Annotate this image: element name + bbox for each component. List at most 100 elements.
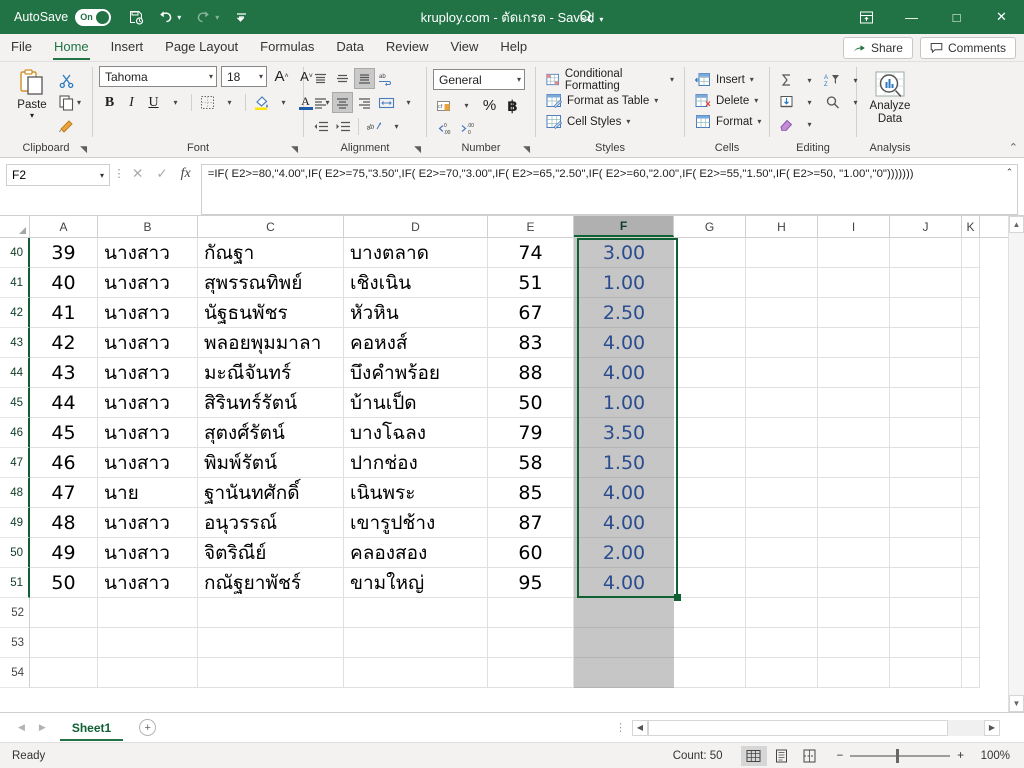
cell-b51[interactable]: นางสาว — [98, 568, 198, 598]
cell-g53[interactable] — [674, 628, 746, 658]
cell-b47[interactable]: นางสาว — [98, 448, 198, 478]
row-header[interactable]: 45 — [0, 388, 30, 418]
autosum-icon[interactable] — [776, 70, 797, 91]
cell-e54[interactable] — [488, 658, 574, 688]
cell-a48[interactable]: 47 — [30, 478, 98, 508]
accounting-format-icon[interactable]: cf — [433, 95, 454, 116]
cell-j43[interactable] — [890, 328, 962, 358]
cell-e46[interactable]: 79 — [488, 418, 574, 448]
cell-g48[interactable] — [674, 478, 746, 508]
cell-c42[interactable]: นัฐธนพัชร — [198, 298, 344, 328]
decrease-indent-icon[interactable] — [310, 116, 331, 137]
cell-f54[interactable] — [574, 658, 674, 688]
grow-font-icon[interactable]: A ˄ — [271, 66, 292, 87]
cell-g42[interactable] — [674, 298, 746, 328]
font-size-combo[interactable]: 18 ▾ — [221, 66, 267, 87]
sheet-tab-sheet1[interactable]: Sheet1 — [59, 715, 124, 741]
autosave-toggle[interactable]: On — [75, 8, 112, 26]
row-header[interactable]: 40 — [0, 238, 30, 268]
cell-b48[interactable]: นาย — [98, 478, 198, 508]
cell-c52[interactable] — [198, 598, 344, 628]
cell-k48[interactable] — [962, 478, 980, 508]
bold-button[interactable]: B — [99, 92, 120, 113]
cell-f42[interactable]: 2.50 — [574, 298, 674, 328]
customize-quick-access-icon[interactable] — [228, 5, 254, 29]
cell-c47[interactable]: พิมพ์รัตน์ — [198, 448, 344, 478]
tab-data[interactable]: Data — [325, 35, 374, 61]
row-header[interactable]: 48 — [0, 478, 30, 508]
cell-f49[interactable]: 4.00 — [574, 508, 674, 538]
cell-i48[interactable] — [818, 478, 890, 508]
cell-k49[interactable] — [962, 508, 980, 538]
borders-icon[interactable] — [197, 92, 218, 113]
cell-h50[interactable] — [746, 538, 818, 568]
column-header-k[interactable]: K — [962, 216, 980, 237]
cell-k50[interactable] — [962, 538, 980, 568]
cell-i43[interactable] — [818, 328, 890, 358]
zoom-out-button[interactable]: − — [837, 750, 844, 762]
cell-j42[interactable] — [890, 298, 962, 328]
cell-b54[interactable] — [98, 658, 198, 688]
scroll-up-icon[interactable]: ▲ — [1009, 216, 1024, 233]
increase-decimal-icon[interactable]: 0.00 — [433, 118, 455, 139]
conditional-formatting-button[interactable]: Conditional Formatting ▾ — [542, 68, 678, 92]
row-header[interactable]: 46 — [0, 418, 30, 448]
paste-button[interactable]: Paste ▾ — [6, 66, 58, 120]
cell-d49[interactable]: เขารูปช้าง — [344, 508, 488, 538]
cell-a53[interactable] — [30, 628, 98, 658]
cell-c40[interactable]: กัณฐา — [198, 238, 344, 268]
page-break-preview-icon[interactable] — [797, 746, 823, 766]
column-header-h[interactable]: H — [746, 216, 818, 237]
clear-icon[interactable] — [776, 114, 797, 135]
maximize-button[interactable]: □ — [934, 0, 979, 34]
cell-d40[interactable]: บางตลาด — [344, 238, 488, 268]
cell-e50[interactable]: 60 — [488, 538, 574, 568]
column-header-j[interactable]: J — [890, 216, 962, 237]
column-header-b[interactable]: B — [98, 216, 198, 237]
page-layout-view-icon[interactable] — [769, 746, 795, 766]
cell-e42[interactable]: 67 — [488, 298, 574, 328]
cell-i45[interactable] — [818, 388, 890, 418]
cell-j47[interactable] — [890, 448, 962, 478]
fill-icon[interactable] — [776, 92, 797, 113]
sort-filter-icon[interactable]: AZ — [822, 70, 843, 91]
cell-j46[interactable] — [890, 418, 962, 448]
cell-i54[interactable] — [818, 658, 890, 688]
select-all-button[interactable] — [0, 216, 30, 237]
cell-j50[interactable] — [890, 538, 962, 568]
insert-cells-button[interactable]: Insert ▾ — [691, 69, 758, 90]
tab-view[interactable]: View — [439, 35, 489, 61]
insert-function-icon[interactable]: fx — [181, 166, 191, 182]
paste-dropdown-icon[interactable]: ▾ — [30, 111, 34, 120]
tab-formulas[interactable]: Formulas — [249, 35, 325, 61]
increase-indent-icon[interactable] — [332, 116, 353, 137]
cell-f53[interactable] — [574, 628, 674, 658]
cell-j44[interactable] — [890, 358, 962, 388]
cell-c53[interactable] — [198, 628, 344, 658]
clipboard-dialog-launcher-icon[interactable]: ◥ — [80, 144, 87, 155]
cell-f45[interactable]: 1.00 — [574, 388, 674, 418]
save-icon[interactable] — [123, 5, 149, 29]
cell-b50[interactable]: นางสาว — [98, 538, 198, 568]
zoom-slider-thumb[interactable] — [896, 748, 899, 763]
cell-i40[interactable] — [818, 238, 890, 268]
italic-button[interactable]: I — [121, 92, 142, 113]
row-header[interactable]: 42 — [0, 298, 30, 328]
cell-k40[interactable] — [962, 238, 980, 268]
cell-g52[interactable] — [674, 598, 746, 628]
cell-b41[interactable]: นางสาว — [98, 268, 198, 298]
cell-f43[interactable]: 4.00 — [574, 328, 674, 358]
fill-dropdown-icon[interactable]: ▾ — [799, 92, 820, 113]
cell-a54[interactable] — [30, 658, 98, 688]
cell-g49[interactable] — [674, 508, 746, 538]
cell-h52[interactable] — [746, 598, 818, 628]
percent-style-button[interactable]: % — [479, 95, 500, 116]
align-bottom-icon[interactable] — [354, 68, 375, 89]
tab-review[interactable]: Review — [375, 35, 440, 61]
row-header[interactable]: 43 — [0, 328, 30, 358]
format-as-table-button[interactable]: Format as Table ▾ — [542, 90, 662, 111]
cell-e52[interactable] — [488, 598, 574, 628]
cell-k47[interactable] — [962, 448, 980, 478]
cell-g46[interactable] — [674, 418, 746, 448]
horizontal-scroll-thumb[interactable] — [648, 719, 948, 736]
